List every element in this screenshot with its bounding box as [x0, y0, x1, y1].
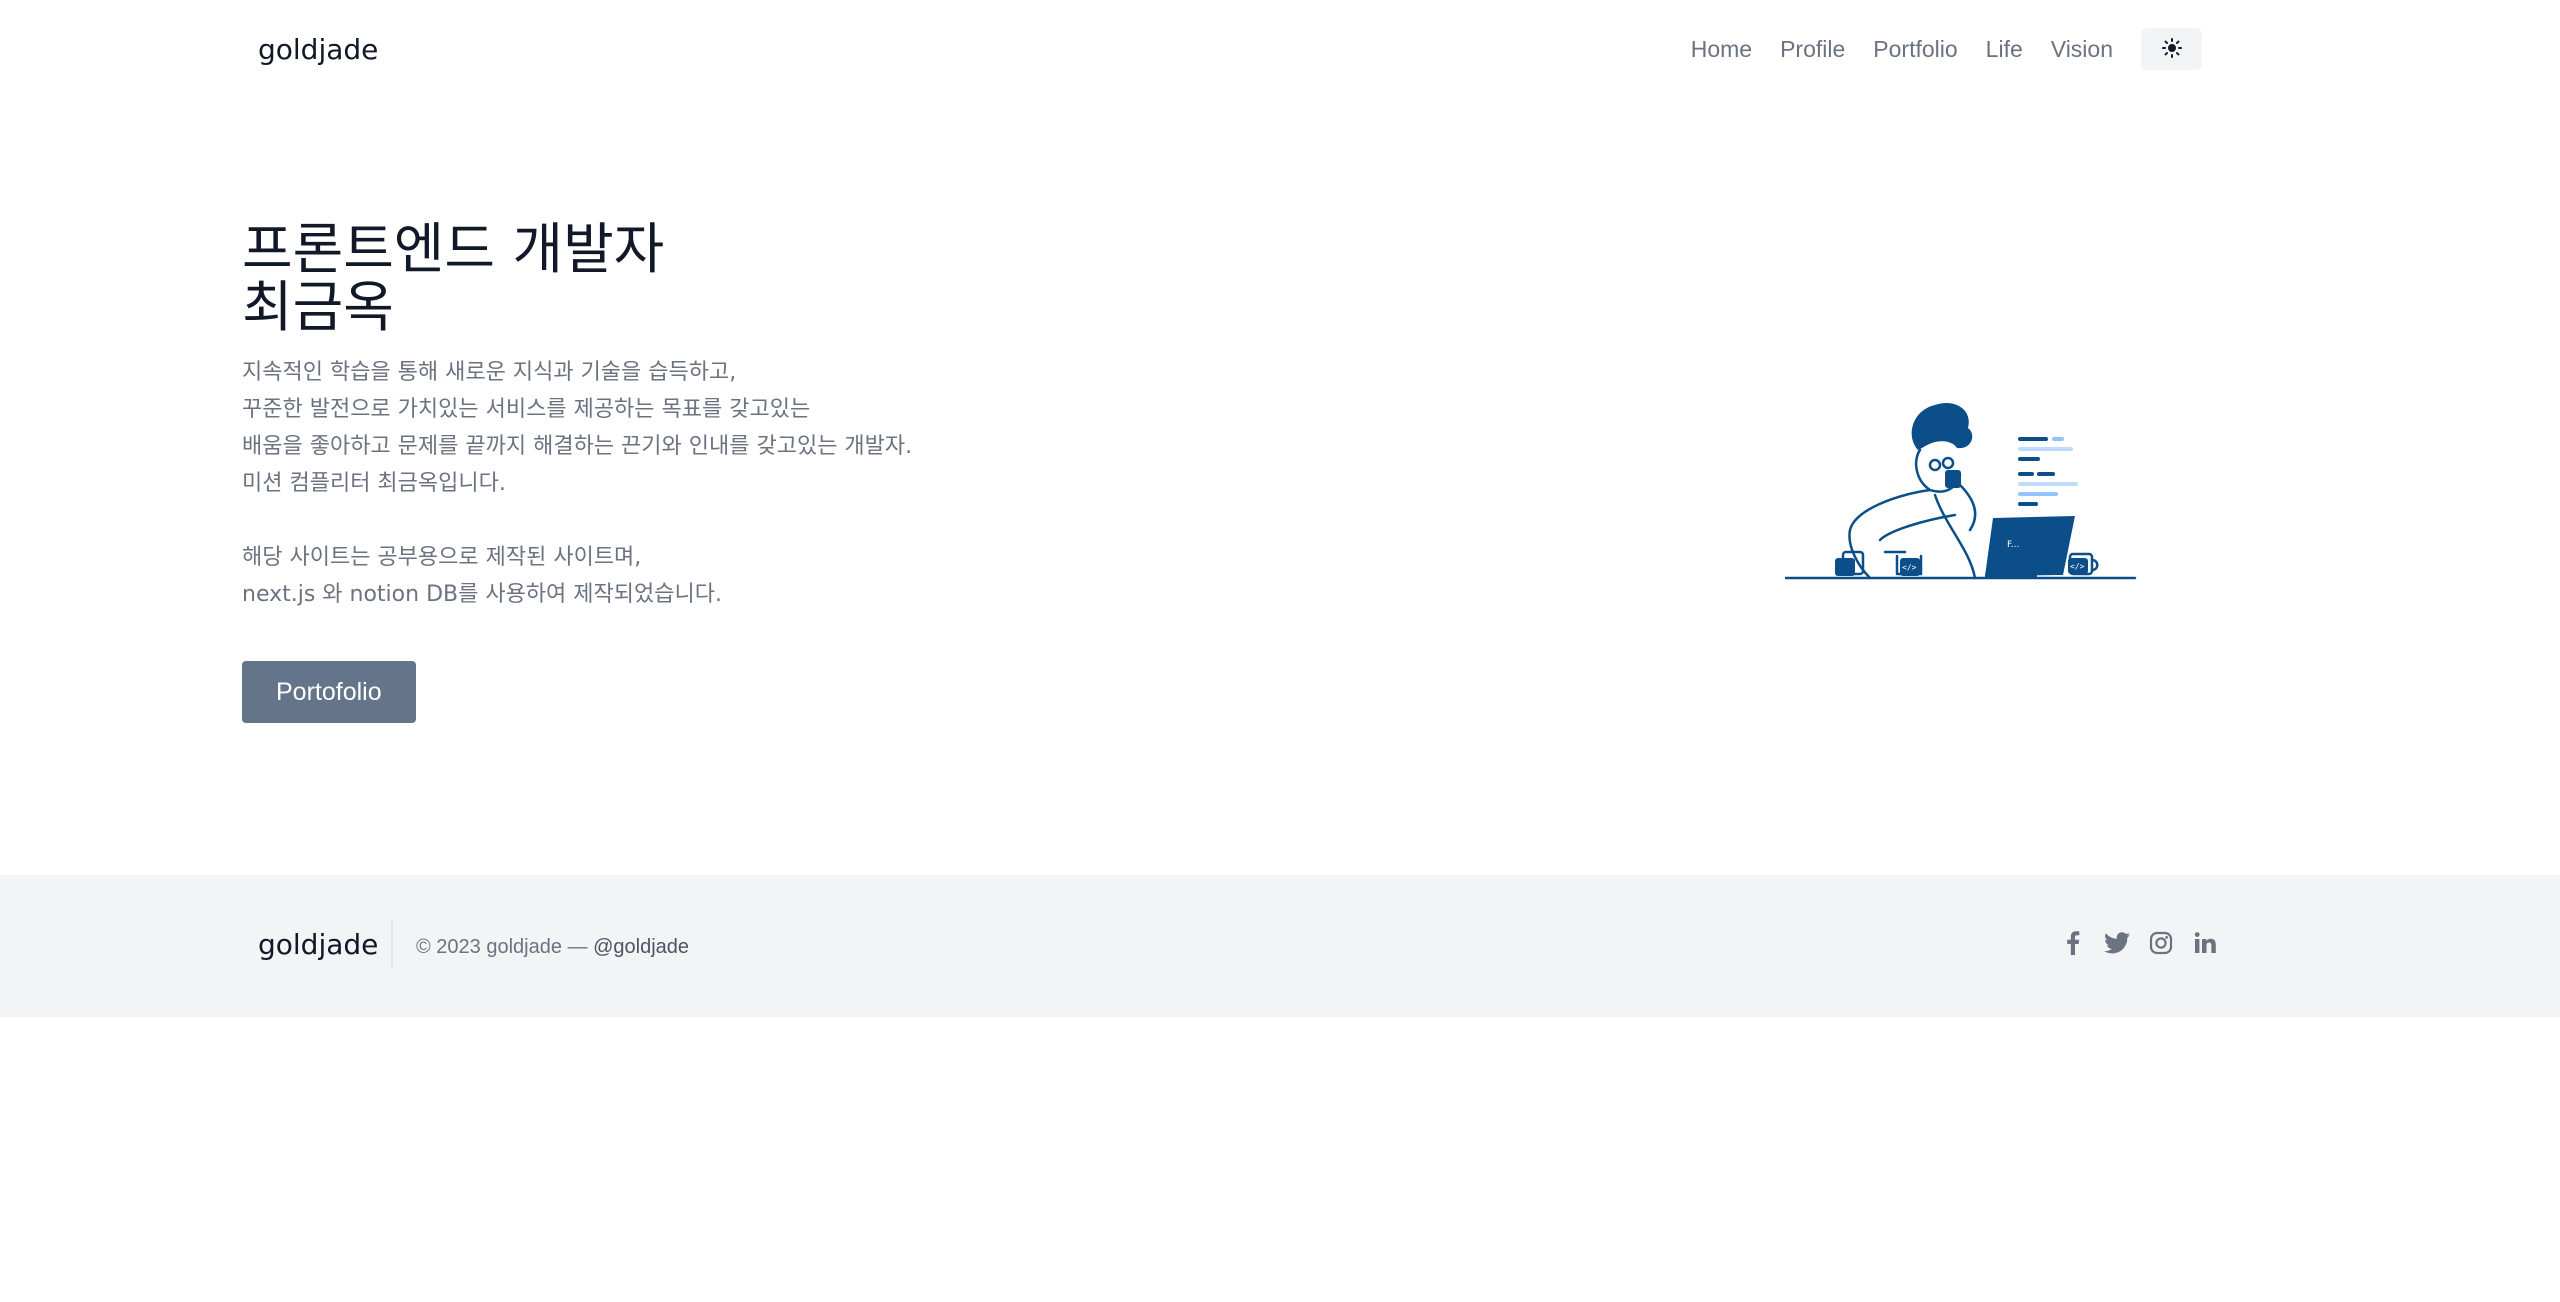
nav-portfolio[interactable]: Portfolio	[1873, 28, 1957, 70]
nav-profile[interactable]: Profile	[1780, 28, 1845, 70]
copyright-text: © 2023 goldjade — @goldjade	[416, 933, 689, 961]
footer-brand-link[interactable]: goldjade	[258, 925, 378, 965]
hero-title-line: 프론트엔드 개발자	[242, 217, 665, 281]
social-links	[2060, 931, 2218, 959]
twitter-link[interactable]	[2104, 931, 2130, 959]
facebook-icon	[2066, 931, 2080, 959]
footer-divider	[391, 920, 393, 970]
description-line: 미션 컴플리터 최금옥입니다.	[242, 471, 506, 496]
site-header: goldjade Home Profile Portfolio Life Vis…	[0, 0, 2560, 98]
svg-text:</>: </>	[1902, 563, 1917, 572]
svg-text:</>: </>	[2070, 562, 2085, 571]
linkedin-icon	[2193, 931, 2217, 959]
description-line: 배움을 좋아하고 문제를 끝까지 해결하는 끈기와 인내를 갖고있는 개발자.	[242, 434, 913, 459]
nav-home[interactable]: Home	[1691, 28, 1752, 70]
instagram-icon	[2149, 931, 2173, 959]
description-line: 지속적인 학습을 통해 새로운 지식과 기술을 습득하고,	[242, 360, 737, 385]
hero-section: 프론트엔드 개발자 최금옥 지속적인 학습을 통해 새로운 지식과 기술을 습득…	[242, 220, 1042, 723]
nav-life[interactable]: Life	[1986, 28, 2023, 70]
svg-text:F...: F...	[2007, 540, 2019, 550]
hero-title-line: 최금옥	[242, 275, 394, 339]
description-line: 꾸준한 발전으로 가치있는 서비스를 제공하는 목표를 갖고있는	[242, 397, 811, 422]
theme-toggle-button[interactable]	[2141, 28, 2202, 70]
site-footer: goldjade © 2023 goldjade — @goldjade	[0, 875, 2560, 1017]
linkedin-link[interactable]	[2192, 931, 2218, 959]
main-nav: Home Profile Portfolio Life Vision	[1691, 28, 2202, 70]
brand-logo-link[interactable]: goldjade	[258, 30, 378, 70]
note-line: next.js 와 notion DB를 사용하여 제작되었습니다.	[242, 582, 722, 607]
twitter-icon	[2104, 932, 2130, 958]
nav-vision[interactable]: Vision	[2051, 28, 2113, 70]
instagram-link[interactable]	[2148, 931, 2174, 959]
hero-description: 지속적인 학습을 통해 새로운 지식과 기술을 습득하고, 꾸준한 발전으로 가…	[242, 354, 1042, 613]
copyright-label: © 2023 goldjade —	[416, 936, 588, 958]
note-line: 해당 사이트는 공부용으로 제작된 사이트며,	[242, 545, 642, 570]
author-handle-link[interactable]: @goldjade	[593, 936, 689, 958]
facebook-link[interactable]	[2060, 931, 2086, 959]
developer-illustration: F... </> </>	[1783, 390, 2138, 585]
portfolio-cta-button[interactable]: Portofolio	[242, 661, 416, 723]
hero-title: 프론트엔드 개발자 최금옥	[242, 220, 1042, 336]
sun-icon	[2161, 37, 2182, 61]
